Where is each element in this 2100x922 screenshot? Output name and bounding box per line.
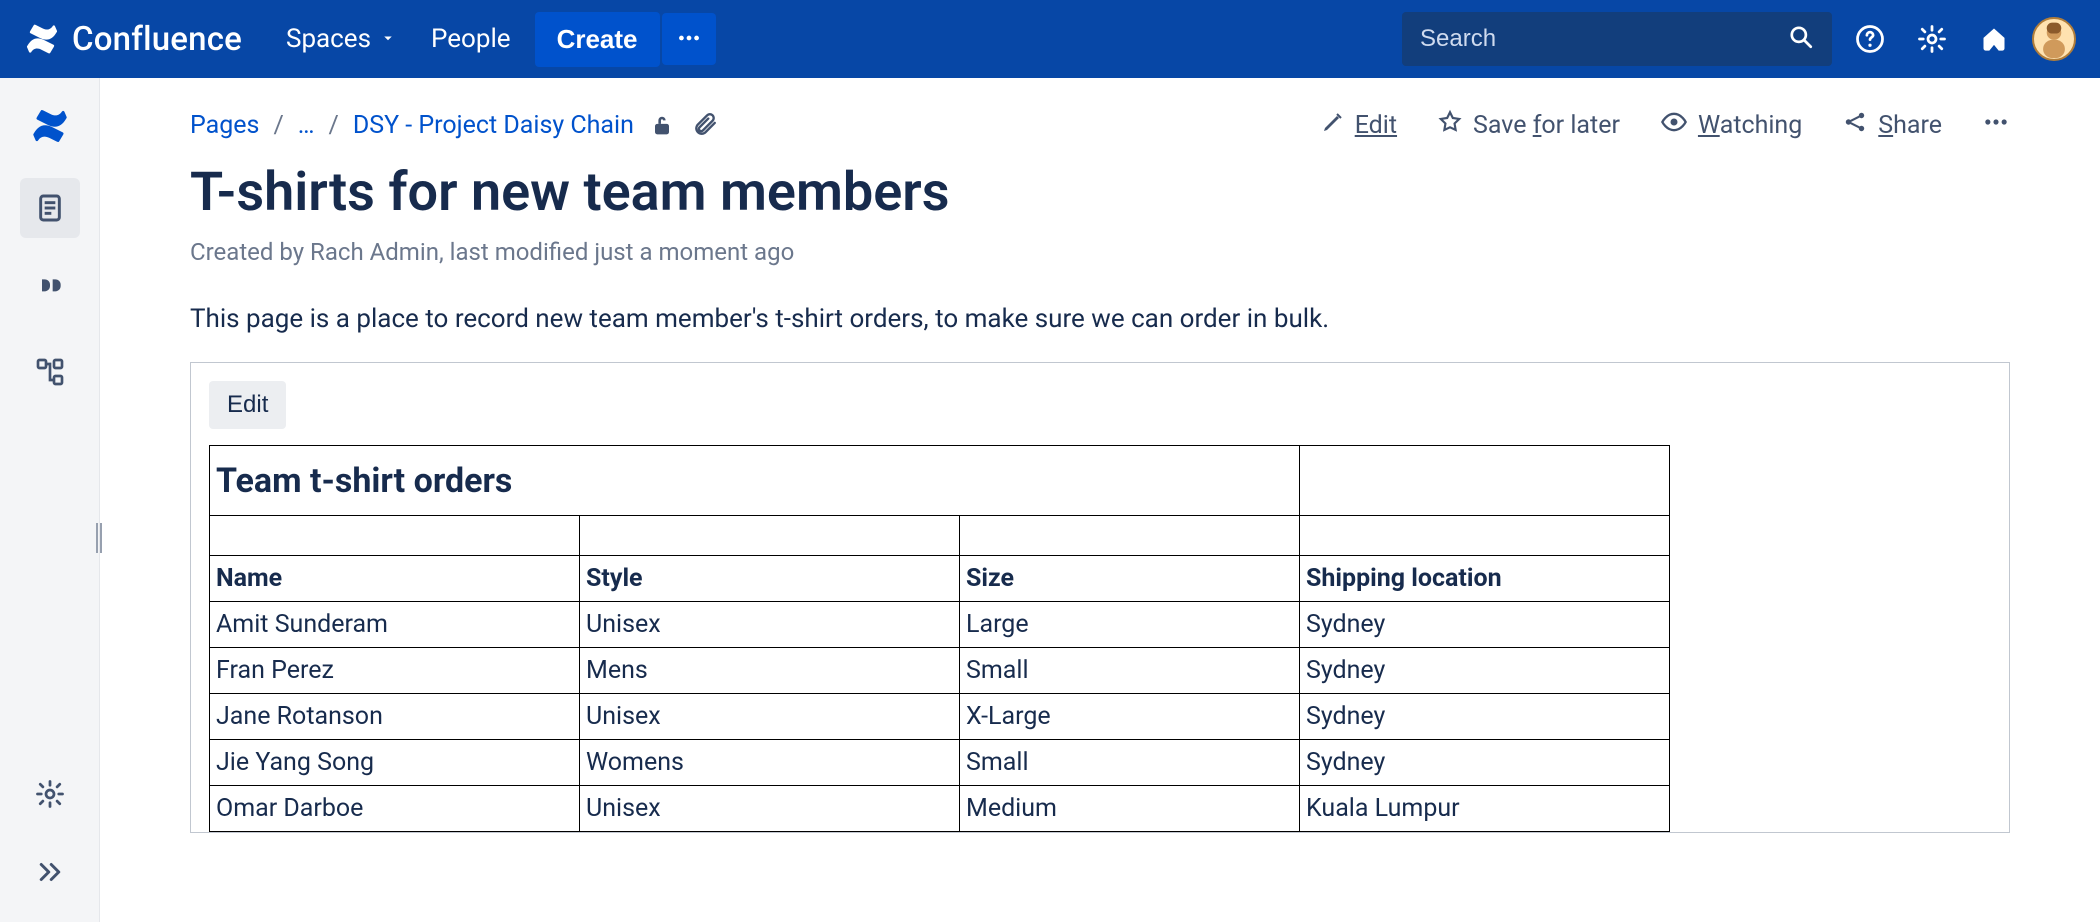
page-title: T-shirts for new team members (190, 161, 2010, 224)
table-cell: Jie Yang Song (210, 740, 580, 786)
nav-spaces[interactable]: Spaces (276, 16, 407, 62)
breadcrumb-parent[interactable]: DSY - Project Daisy Chain (353, 111, 634, 140)
table-cell: Small (960, 648, 1300, 694)
watching-label: Watching (1698, 111, 1802, 140)
page-byline: Created by Rach Admin, last modified jus… (190, 238, 2010, 266)
table-row: Jane RotansonUnisexX-LargeSydney (210, 694, 1670, 740)
table-title-row: Team t-shirt orders (210, 446, 1670, 516)
embedded-edit-button[interactable]: Edit (209, 381, 286, 429)
watching-action[interactable]: Watching (1660, 108, 1802, 143)
table-cell: Amit Sunderam (210, 602, 580, 648)
eye-icon (1660, 108, 1688, 143)
sidebar-tree[interactable] (20, 342, 80, 402)
table-cell: Small (960, 740, 1300, 786)
sidebar-expand[interactable] (20, 842, 80, 902)
sidebar-space-settings[interactable] (20, 764, 80, 824)
nav-people[interactable]: People (421, 16, 521, 62)
create-more-button[interactable] (662, 13, 716, 65)
table-cell: Sydney (1300, 740, 1670, 786)
table-row: Fran PerezMensSmallSydney (210, 648, 1670, 694)
table-row: Omar DarboeUnisexMediumKuala Lumpur (210, 786, 1670, 832)
table-row: Jie Yang SongWomensSmallSydney (210, 740, 1670, 786)
col-name: Name (210, 556, 580, 602)
table-cell: Sydney (1300, 602, 1670, 648)
top-nav: Confluence Spaces People Create (0, 0, 2100, 78)
create-group: Create (535, 12, 716, 67)
table-cell: X-Large (960, 694, 1300, 740)
restrictions-icon[interactable] (648, 111, 678, 141)
table-cell: Unisex (580, 694, 960, 740)
brand-name: Confluence (72, 20, 242, 59)
sheet-title: Team t-shirt orders (210, 446, 1300, 516)
breadcrumb-sep: / (329, 111, 339, 140)
table-cell: Medium (960, 786, 1300, 832)
edit-label: Edit (1355, 111, 1397, 140)
col-ship: Shipping location (1300, 556, 1670, 602)
notifications-button[interactable] (1970, 15, 2018, 63)
page-intro: This page is a place to record new team … (190, 304, 2010, 334)
table-cell: Sydney (1300, 694, 1670, 740)
attachments-icon[interactable] (692, 111, 722, 141)
table-cell: Large (960, 602, 1300, 648)
help-button[interactable] (1846, 15, 1894, 63)
share-label: Share (1878, 111, 1942, 140)
confluence-logo-icon (24, 21, 60, 57)
table-row: Amit SunderamUnisexLargeSydney (210, 602, 1670, 648)
sidebar-space-logo[interactable] (20, 96, 80, 156)
pencil-icon (1321, 110, 1345, 141)
table-cell: Unisex (580, 786, 960, 832)
share-action[interactable]: Share (1842, 109, 1942, 142)
breadcrumb-row: Pages / … / DSY - Project Daisy Chain Ed… (190, 108, 2010, 143)
sidebar-pages[interactable] (20, 178, 80, 238)
create-button[interactable]: Create (535, 12, 660, 67)
embedded-sheet-box: Edit Team t-shirt orders Name Style Size… (190, 362, 2010, 833)
ellipsis-icon (676, 25, 702, 54)
main-content: Pages / … / DSY - Project Daisy Chain Ed… (100, 78, 2100, 922)
sidebar-resize-handle[interactable] (93, 508, 105, 568)
table-cell: Womens (580, 740, 960, 786)
save-for-later-action[interactable]: Save for later (1437, 109, 1620, 142)
col-style: Style (580, 556, 960, 602)
left-sidebar (0, 78, 100, 922)
settings-button[interactable] (1908, 15, 1956, 63)
page-actions: Edit Save for later Watching Share (1321, 108, 2010, 143)
empty-cell (1300, 446, 1670, 516)
search-box[interactable] (1402, 12, 1832, 66)
nav-spaces-label: Spaces (286, 24, 371, 54)
table-cell: Omar Darboe (210, 786, 580, 832)
more-actions-button[interactable] (1982, 108, 2010, 143)
table-blank-row (210, 516, 1670, 556)
sidebar-blog[interactable] (20, 260, 80, 320)
brand[interactable]: Confluence (24, 20, 242, 59)
share-icon (1842, 109, 1868, 142)
table-header-row: Name Style Size Shipping location (210, 556, 1670, 602)
table-cell: Jane Rotanson (210, 694, 580, 740)
search-icon (1788, 24, 1814, 54)
table-cell: Fran Perez (210, 648, 580, 694)
table-cell: Sydney (1300, 648, 1670, 694)
search-input[interactable] (1420, 25, 1788, 53)
chevron-down-icon (379, 24, 397, 54)
edit-action[interactable]: Edit (1321, 110, 1397, 141)
table-cell: Kuala Lumpur (1300, 786, 1670, 832)
user-avatar[interactable] (2032, 17, 2076, 61)
star-icon (1437, 109, 1463, 142)
nav-people-label: People (431, 24, 511, 54)
col-size: Size (960, 556, 1300, 602)
breadcrumb-ellipsis[interactable]: … (298, 111, 315, 140)
table-cell: Unisex (580, 602, 960, 648)
tshirt-table: Team t-shirt orders Name Style Size Ship… (209, 445, 1670, 832)
save-label: Save for later (1473, 111, 1620, 140)
table-cell: Mens (580, 648, 960, 694)
breadcrumb-sep: / (273, 111, 283, 140)
breadcrumb-pages[interactable]: Pages (190, 111, 259, 140)
